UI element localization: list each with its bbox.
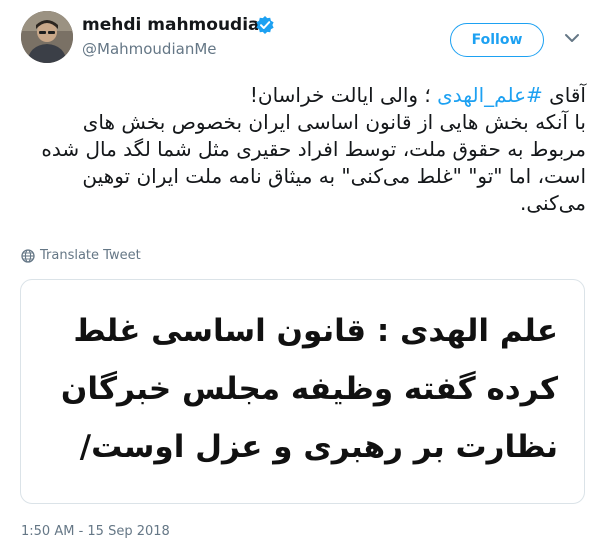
tweet-card: mehdi mahmoudian @MahmoudianMe Follow آق… (0, 0, 602, 547)
screen-name[interactable]: @MahmoudianMe (82, 40, 217, 58)
media-text-line: نظارت بر رهبری و عزل اوست/ (79, 429, 558, 465)
hashtag-link[interactable]: #علم_الهدی (437, 83, 543, 107)
media-text-line: کرده گفته وظیفه مجلس خبرگان (60, 371, 558, 407)
translate-label: Translate Tweet (40, 248, 141, 263)
tweet-text-line-1: آقای #علم_الهدی ؛ والی ایالت خراسان! (26, 82, 586, 109)
media-image-text: علم الهدی : قانون اساسی غلط کرده گفته وظ… (38, 302, 558, 476)
tweet-text-prefix: آقای (542, 83, 586, 107)
globe-icon (21, 248, 35, 263)
media-text-line: علم الهدی : قانون اساسی غلط (73, 313, 558, 349)
chevron-down-icon[interactable] (564, 32, 580, 44)
tweet-text: آقای #علم_الهدی ؛ والی ایالت خراسان! با … (26, 82, 586, 217)
tweet-text-body: با آنکه بخش هایی از قانون اساسی ایران بخ… (41, 110, 586, 215)
tweet-text-suffix: ؛ والی ایالت خراسان! (249, 83, 438, 107)
media-image[interactable]: علم الهدی : قانون اساسی غلط کرده گفته وظ… (20, 279, 585, 504)
profile-photo-icon (21, 11, 73, 63)
avatar[interactable] (21, 11, 73, 63)
translate-tweet-link[interactable]: Translate Tweet (21, 248, 141, 263)
follow-button[interactable]: Follow (450, 23, 544, 57)
tweet-timestamp[interactable]: 1:50 AM - 15 Sep 2018 (21, 524, 170, 539)
verified-badge-icon (256, 16, 274, 34)
display-name[interactable]: mehdi mahmoudian (82, 15, 272, 35)
